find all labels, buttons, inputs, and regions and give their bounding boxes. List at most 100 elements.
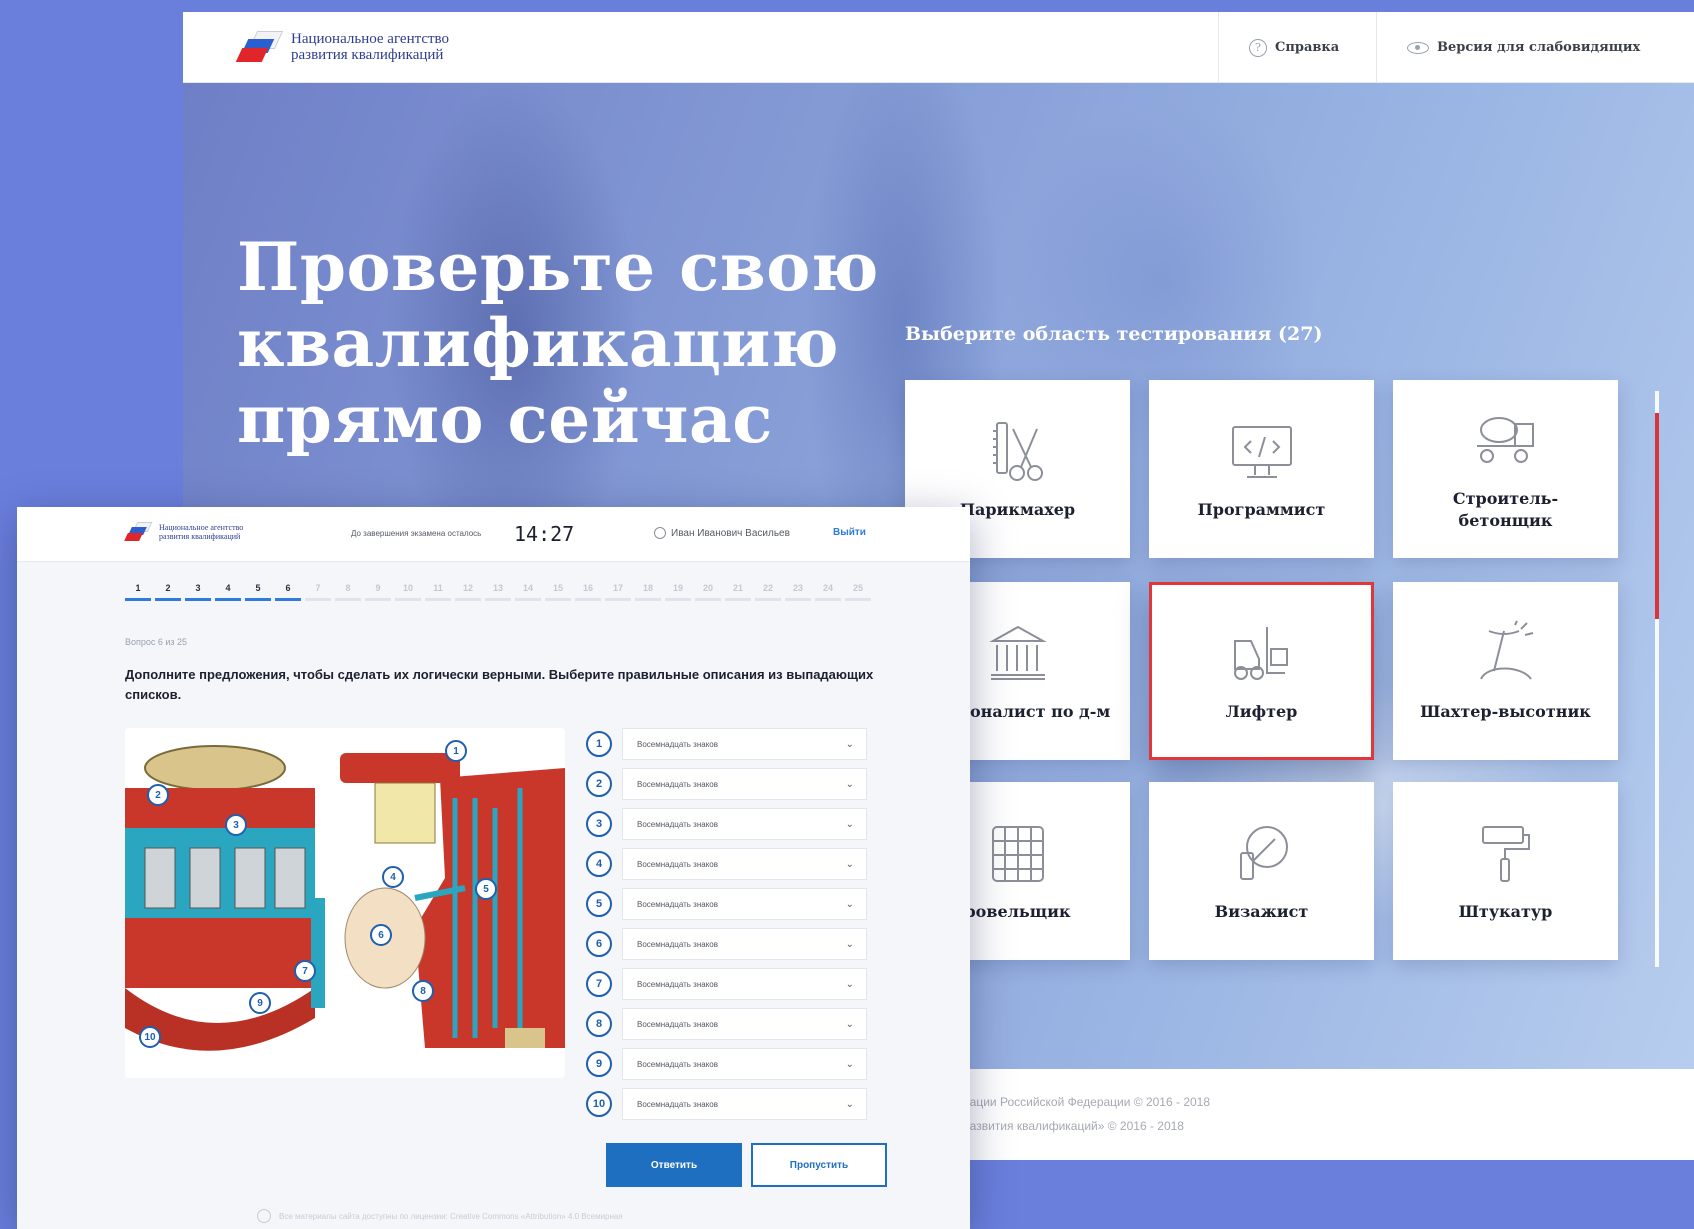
roof-tiles-icon bbox=[991, 826, 1044, 882]
answer-select-value: Восемнадцать знаков bbox=[637, 779, 719, 789]
question-step[interactable]: 10 bbox=[395, 583, 421, 601]
profession-label: Программист bbox=[1197, 500, 1326, 519]
question-step[interactable]: 8 bbox=[335, 583, 361, 601]
question-step[interactable]: 6 bbox=[275, 583, 301, 601]
answer-select[interactable]: Восемнадцать знаков ⌄ bbox=[622, 968, 867, 1000]
chevron-down-icon: ⌄ bbox=[845, 818, 854, 830]
question-step-bar bbox=[695, 598, 721, 601]
answer-select[interactable]: Восемнадцать знаков ⌄ bbox=[622, 1008, 867, 1040]
answer-select[interactable]: Восемнадцать знаков ⌄ bbox=[622, 1088, 867, 1120]
answer-number: 1 bbox=[586, 731, 612, 757]
diagram-callout: 10 bbox=[139, 1026, 161, 1048]
skip-button[interactable]: Пропустить bbox=[751, 1143, 887, 1187]
profession-label: Штукатур bbox=[1458, 902, 1553, 921]
site-header: Национальное агентство развития квалифик… bbox=[183, 12, 1694, 83]
pick-area-label: Выберите область тестирования (27) bbox=[905, 323, 1323, 345]
profession-label: Лифтер bbox=[1225, 702, 1298, 721]
answer-select-value: Восемнадцать знаков bbox=[637, 899, 719, 909]
profession-card-concrete-worker[interactable]: Строитель-бетонщик bbox=[1393, 380, 1618, 558]
question-step[interactable]: 24 bbox=[815, 583, 841, 601]
chevron-down-icon: ⌄ bbox=[845, 738, 854, 750]
question-step-bar bbox=[515, 598, 541, 601]
profession-label: Строитель-бетонщик bbox=[1452, 489, 1559, 530]
chevron-down-icon: ⌄ bbox=[845, 898, 854, 910]
creative-commons-icon bbox=[257, 1209, 271, 1223]
low-vision-link[interactable]: Версия для слабовидящих bbox=[1376, 12, 1694, 83]
engine-diagram: 1 2 3 4 5 6 7 8 9 10 bbox=[125, 728, 565, 1078]
answer-select[interactable]: Восемнадцать знаков ⌄ bbox=[622, 848, 867, 880]
question-count: Вопрос 6 из 25 bbox=[125, 637, 188, 647]
scrollbar-thumb[interactable] bbox=[1655, 413, 1659, 619]
question-step[interactable]: 9 bbox=[365, 583, 391, 601]
logo-line-1: Национальное агентство bbox=[291, 31, 450, 47]
eye-icon bbox=[1407, 41, 1429, 54]
question-step[interactable]: 23 bbox=[785, 583, 811, 601]
logo-mark-icon bbox=[124, 521, 153, 543]
answer-select[interactable]: Восемнадцать знаков ⌄ bbox=[622, 928, 867, 960]
answer-select[interactable]: Восемнадцать знаков ⌄ bbox=[622, 888, 867, 920]
question-step[interactable]: 20 bbox=[695, 583, 721, 601]
diagram-callout: 8 bbox=[412, 980, 434, 1002]
exam-logo[interactable]: Национальное агентство развития квалифик… bbox=[124, 521, 243, 543]
timer-value: 14:27 bbox=[514, 522, 575, 546]
site-logo[interactable]: Национальное агентство развития квалифик… bbox=[235, 29, 450, 65]
question-step-bar bbox=[605, 598, 631, 601]
question-step[interactable]: 25 bbox=[845, 583, 871, 601]
profession-card-programmer[interactable]: Программист bbox=[1149, 380, 1374, 558]
question-step[interactable]: 1 bbox=[125, 583, 151, 601]
logo-line-2: развития квалификаций bbox=[159, 532, 241, 541]
question-step[interactable]: 22 bbox=[755, 583, 781, 601]
answer-number: 6 bbox=[586, 931, 612, 957]
question-step[interactable]: 2 bbox=[155, 583, 181, 601]
question-step-bar bbox=[155, 598, 181, 601]
user-icon bbox=[654, 527, 666, 539]
license-text: Все материалы сайта доступны по лицензии… bbox=[279, 1211, 623, 1221]
diagram-callout: 7 bbox=[294, 960, 316, 982]
question-step-number: 24 bbox=[822, 583, 833, 593]
question-step-bar bbox=[545, 598, 571, 601]
answer-select[interactable]: Восемнадцать знаков ⌄ bbox=[622, 808, 867, 840]
question-step-number: 14 bbox=[522, 583, 533, 593]
question-step-number: 5 bbox=[255, 583, 261, 593]
logout-link[interactable]: Выйти bbox=[833, 527, 866, 538]
question-step-bar bbox=[275, 598, 301, 601]
answer-select[interactable]: Восемнадцать знаков ⌄ bbox=[622, 768, 867, 800]
diagram-callout: 4 bbox=[382, 866, 404, 888]
help-link[interactable]: ? Справка bbox=[1218, 12, 1376, 83]
question-step[interactable]: 14 bbox=[515, 583, 541, 601]
hero-title-line: Проверьте свою bbox=[237, 228, 879, 306]
profession-label: ровельщик bbox=[964, 902, 1071, 921]
question-step[interactable]: 7 bbox=[305, 583, 331, 601]
question-step[interactable]: 3 bbox=[185, 583, 211, 601]
answer-number: 5 bbox=[586, 891, 612, 917]
question-step[interactable]: 21 bbox=[725, 583, 751, 601]
profession-label: Шахтер-высотник bbox=[1420, 702, 1591, 721]
submit-button[interactable]: Ответить bbox=[606, 1143, 742, 1187]
profession-card-lifter[interactable]: Лифтер bbox=[1149, 582, 1374, 760]
question-step[interactable]: 4 bbox=[215, 583, 241, 601]
question-step[interactable]: 18 bbox=[635, 583, 661, 601]
profession-card-miner[interactable]: Шахтер-высотник bbox=[1393, 582, 1618, 760]
question-step-bar bbox=[335, 598, 361, 601]
question-step[interactable]: 13 bbox=[485, 583, 511, 601]
question-step[interactable]: 12 bbox=[455, 583, 481, 601]
question-step[interactable]: 11 bbox=[425, 583, 451, 601]
question-step[interactable]: 19 bbox=[665, 583, 691, 601]
paint-roller-icon bbox=[1481, 826, 1530, 882]
profession-card-makeup-artist[interactable]: Визажист bbox=[1149, 782, 1374, 960]
question-step[interactable]: 17 bbox=[605, 583, 631, 601]
question-step-number: 9 bbox=[375, 583, 381, 593]
question-step[interactable]: 5 bbox=[245, 583, 271, 601]
question-step[interactable]: 15 bbox=[545, 583, 571, 601]
question-step-bar bbox=[185, 598, 211, 601]
answer-select[interactable]: Восемнадцать знаков ⌄ bbox=[622, 1048, 867, 1080]
question-step[interactable]: 16 bbox=[575, 583, 601, 601]
question-step-bar bbox=[365, 598, 391, 601]
answer-select[interactable]: Восемнадцать знаков ⌄ bbox=[622, 728, 867, 760]
question-step-number: 6 bbox=[285, 583, 291, 593]
engine-illustration bbox=[125, 745, 565, 1051]
help-icon: ? bbox=[1249, 38, 1267, 57]
profession-card-plasterer[interactable]: Штукатур bbox=[1393, 782, 1618, 960]
logo-line-2: развития квалификаций bbox=[291, 47, 444, 63]
answer-row: 7 Восемнадцать знаков ⌄ bbox=[586, 968, 867, 1000]
